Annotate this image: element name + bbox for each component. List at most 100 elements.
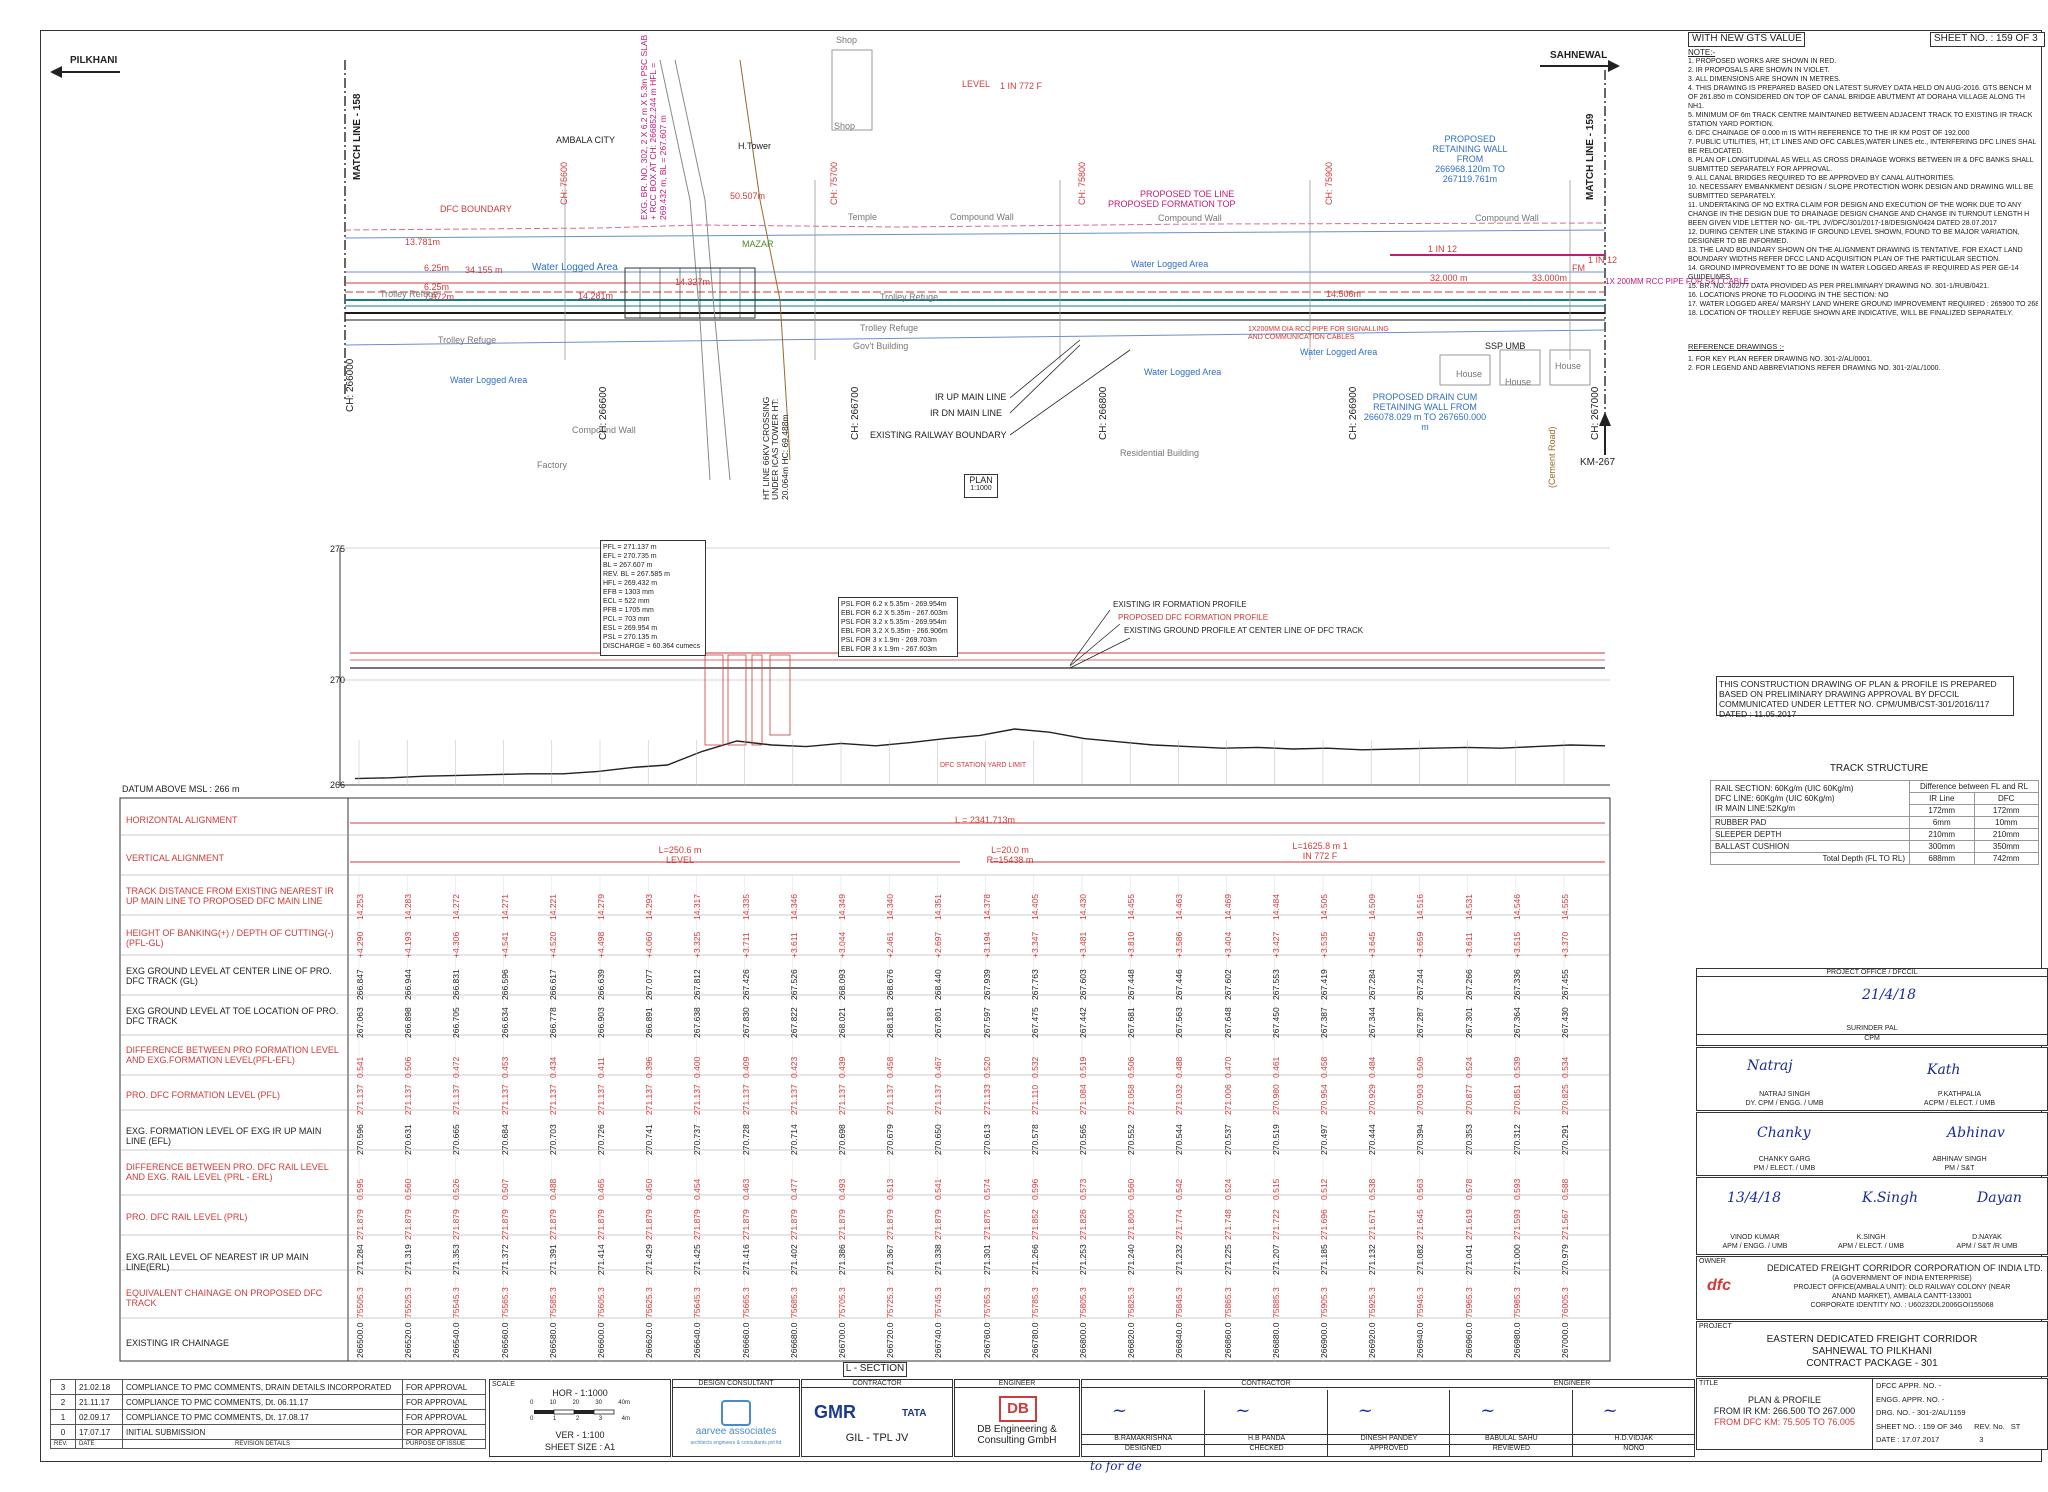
lsection-cell: 267.344 <box>1367 1007 1378 1038</box>
lsection-cell: 75565.3 <box>499 1287 510 1318</box>
note-item: BE RELOCATED. <box>1688 148 1744 155</box>
lsection-cell: 0.506 <box>1126 1056 1137 1078</box>
revision-table: 3 21.02.18 COMPLIANCE TO PMC COMMENTS, DRA… <box>50 1379 486 1449</box>
lsection-cell: 75925.3 <box>1367 1287 1378 1318</box>
contractor-label: CONTRACTOR <box>802 1380 952 1388</box>
rev-cell: 0 <box>50 1424 76 1440</box>
consultant-label: DESIGN CONSULTANT <box>673 1380 799 1388</box>
lsection-cell: 271.567 <box>1560 1209 1570 1240</box>
lsection-cell: 0.493 <box>837 1178 847 1200</box>
lsection-cell: 0.539 <box>1511 1056 1522 1078</box>
signatory-name: P.KATHPALIA <box>1937 1091 1982 1098</box>
signature: 13/4/18 <box>1727 1190 1781 1206</box>
revision-row: 1 02.09.17 COMPLIANCE TO PMC COMMENTS, Dt.… <box>50 1409 486 1425</box>
lsection-cell: 14.378 <box>981 894 992 920</box>
lsection-cell: +3.404 <box>1222 931 1233 958</box>
note-item: 7. PUBLIC UTILITIES, HT, LT LINES AND OF… <box>1688 139 2037 146</box>
lsection-cell: 270.631 <box>403 1124 414 1155</box>
lsection-cell: 271.284 <box>355 1244 365 1275</box>
lsection-cell: 0.458 <box>1319 1056 1329 1078</box>
title-label: TITLE <box>1699 1380 1719 1387</box>
lsection-cell: 271.006 <box>1222 1084 1233 1115</box>
lsection-cell: 14.340 <box>885 894 896 920</box>
project-label: PROJECT <box>1699 1323 1732 1330</box>
rev-header: PURPOSE OF ISSUE <box>402 1439 486 1449</box>
engineer-label: ENGINEER <box>955 1380 1079 1388</box>
signatory-name: K.SINGH <box>1856 1234 1886 1241</box>
lsection-cell: 0.400 <box>692 1056 703 1078</box>
signatory-role: APM / ELECT. / UMB <box>1837 1243 1905 1250</box>
lsection-cell: 271.879 <box>499 1209 510 1240</box>
lsection-cell: 270.698 <box>837 1124 847 1155</box>
lsection-cell: +4.306 <box>451 931 462 958</box>
lsection-cell: 271.386 <box>837 1244 847 1275</box>
row-label: PRO. DFC FORMATION LEVEL (PFL) <box>126 1090 281 1100</box>
note-item: 2. IR PROPOSALS ARE SHOWN IN VIOLET. <box>1688 67 1830 74</box>
scale-block: SCALE HOR - 1:1000 0 10 20 30 40m 0 1 2 3 4m VER… <box>489 1379 671 1457</box>
note-item: 13. THE LAND BOUNDARY SHOWN ON THE ALIGN… <box>1688 247 2023 254</box>
track-cell: 6mm <box>1909 816 1975 829</box>
lsection-cell: 267.266 <box>1463 969 1474 1000</box>
lsection-cell: 0.524 <box>1463 1056 1474 1078</box>
lsection-cell: 75785.3 <box>1029 1287 1040 1318</box>
refs-title: REFERENCE DRAWINGS :- <box>1688 342 1784 351</box>
lsection-cell: 267.597 <box>981 1007 992 1038</box>
lsection-cell: +2.697 <box>933 931 944 958</box>
lsection-cell: 270.519 <box>1270 1124 1281 1155</box>
lsection-cell: 270.737 <box>692 1124 703 1155</box>
signature: Kath <box>1927 1062 1961 1078</box>
lsection-cell: 271.301 <box>981 1244 992 1275</box>
lsection-cell: 270.537 <box>1222 1124 1233 1155</box>
lsection-cell: +3.711 <box>740 932 751 958</box>
lsection-cell: 0.467 <box>933 1056 944 1078</box>
lsection-cell: 0.532 <box>1029 1056 1040 1078</box>
signatory-role: PM / ELECT. / UMB <box>1753 1165 1816 1172</box>
lsection-cell: 266900.0 <box>1319 1322 1329 1358</box>
lsection-cell: 271.391 <box>547 1244 558 1275</box>
lsection-cell: 266940.0 <box>1415 1322 1426 1358</box>
lsection-cell: +3.370 <box>1560 931 1570 958</box>
lsection-cell: 75805.3 <box>1078 1287 1088 1318</box>
track-structure: TRACK STRUCTURE RAIL SECTION: 60Kg/m (UI… <box>1710 763 2048 865</box>
lsection-cell: 14.253 <box>355 894 365 920</box>
rev-no-label: REV. No. <box>1974 1421 2005 1431</box>
row-label: EXG.RAIL LEVEL OF NEAREST IR UP MAIN LIN… <box>126 1252 309 1272</box>
rev-header: REV. <box>50 1439 76 1449</box>
lsection-cell: 266840.0 <box>1174 1322 1185 1358</box>
revision-header-row: REV. DATE REVISION DETAILS PURPOSE OF ISSUE <box>50 1439 486 1449</box>
lsection-cell: 75625.3 <box>644 1287 655 1318</box>
consultant-name: aarvee associates <box>695 1426 777 1437</box>
lsection-cell: 270.544 <box>1174 1124 1185 1155</box>
owner-line: ANAND MARKET), AMBALA CANTT-133001 <box>1831 1293 1973 1300</box>
note-item: BEEN GIVEN VIDE LETTER NO- GIL-TPL JV/DF… <box>1688 220 1997 227</box>
lsection-cell: 271.852 <box>1029 1209 1040 1240</box>
lsection-cell: 75825.3 <box>1126 1287 1137 1318</box>
row-label: EXG GROUND LEVEL AT TOE LOCATION OF PRO.… <box>126 1006 339 1026</box>
lsection-cell: 266.847 <box>355 969 365 1000</box>
lsection-cell: 14.271 <box>499 894 510 920</box>
lsection-cell: 270.726 <box>596 1124 606 1155</box>
lsection-cell: 75545.3 <box>451 1287 462 1318</box>
lsection-cell: 76005.3 <box>1560 1287 1570 1318</box>
lsection-cell: 266740.0 <box>933 1322 944 1358</box>
title-line: FROM IR KM: 266.500 TO 267.000 <box>1713 1406 1856 1416</box>
tick: 0 <box>530 1416 534 1422</box>
lsection-cell: +3.535 <box>1319 931 1329 958</box>
sheet-size: SHEET SIZE : A1 <box>544 1442 616 1452</box>
row-label: PRO. DFC RAIL LEVEL (PRL) <box>126 1212 248 1222</box>
lsection-cell: 271.137 <box>499 1084 510 1115</box>
row-label: EXISTING IR CHAINAGE <box>126 1338 230 1348</box>
lsection-cell: 75985.3 <box>1511 1287 1522 1318</box>
lsection-cell: 0.463 <box>740 1178 751 1200</box>
contractor-signatures: CONTRACTOR ENGINEER ~ B.RAMAKRISHNA DESIGN… <box>1081 1379 1695 1457</box>
lsection-cell: 270.596 <box>355 1124 365 1155</box>
lsection-cell: 271.879 <box>885 1209 896 1240</box>
lsection-cell: 267.603 <box>1078 969 1088 1000</box>
lsection-cell: 271.132 <box>1367 1244 1378 1275</box>
track-cell: 688mm <box>1909 852 1975 865</box>
track-cell: 742mm <box>1973 852 2039 865</box>
signatory-name: VINOD KUMAR <box>1730 1234 1780 1241</box>
lsection-cell: 268.676 <box>885 969 896 1000</box>
lsection-cell: 267.450 <box>1270 1007 1281 1038</box>
lsection-cell: 267.426 <box>740 969 751 1000</box>
